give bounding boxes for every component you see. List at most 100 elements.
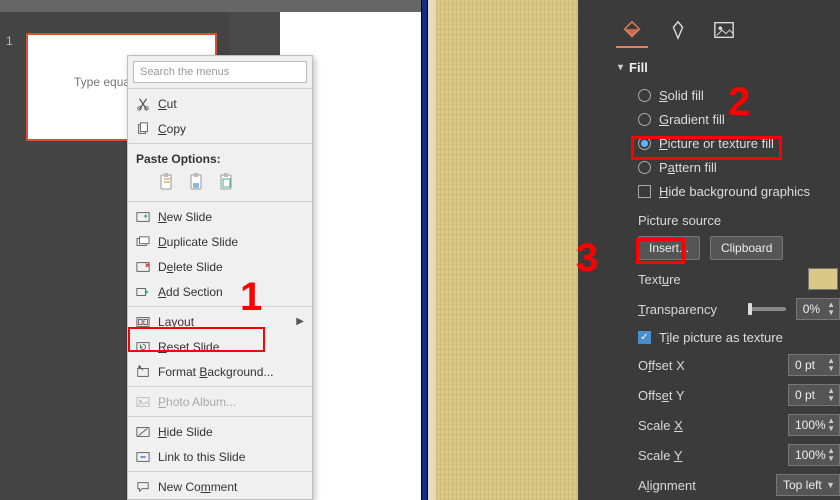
- format-background-panel: ▾ Fill Solid fill Gradient fill Picture …: [578, 0, 840, 500]
- spinner-icon[interactable]: ▲▼: [827, 417, 835, 433]
- menu-hide-slide[interactable]: Hide Slide: [128, 419, 312, 444]
- menu-layout[interactable]: Layout ▶: [128, 309, 312, 334]
- menu-search-placeholder: Search the menus: [140, 66, 229, 78]
- scale-x-input[interactable]: 100% ▲▼: [788, 414, 840, 436]
- insert-button[interactable]: Insert...: [638, 236, 700, 260]
- spinner-icon[interactable]: ▲▼: [827, 301, 835, 317]
- spinner-icon[interactable]: ▲▼: [827, 447, 835, 463]
- transparency-label: Transparency: [638, 302, 738, 317]
- chevron-down-icon: ▼: [826, 480, 835, 490]
- chevron-right-icon: ▶: [296, 316, 304, 327]
- picture-source-buttons: Insert... Clipboard: [578, 232, 840, 264]
- menu-format-background[interactable]: Format Background...: [128, 359, 312, 384]
- menu-copy[interactable]: Copy: [128, 116, 312, 141]
- menu-format-background-label: Format Background...: [158, 365, 273, 379]
- checkbox-tile-picture[interactable]: ✓ Tile picture as texture: [578, 324, 840, 350]
- menu-delete-slide-label: Delete Slide: [158, 260, 223, 274]
- menu-cut[interactable]: Cut: [128, 91, 312, 116]
- annotation-number-3: 3: [576, 236, 598, 281]
- menu-link-to-slide[interactable]: Link to this Slide: [128, 444, 312, 469]
- offset-y-input[interactable]: 0 pt ▲▼: [788, 384, 840, 406]
- radio-picture-texture-fill[interactable]: Picture or texture fill: [578, 131, 840, 155]
- scale-y-label: Scale Y: [638, 448, 738, 463]
- radio-solid-fill-label: Solid fill: [659, 88, 704, 103]
- scale-y-value: 100%: [795, 448, 826, 462]
- spinner-icon[interactable]: ▲▼: [827, 387, 835, 403]
- menu-hide-slide-label: Hide Slide: [158, 425, 213, 439]
- transparency-slider[interactable]: [748, 307, 786, 311]
- format-background-icon: [134, 364, 152, 380]
- clipboard-button[interactable]: Clipboard: [710, 236, 783, 260]
- radio-icon: [638, 113, 651, 126]
- offset-x-label: Offset X: [638, 358, 738, 373]
- format-background-tabrow: [578, 0, 840, 56]
- alignment-dropdown[interactable]: Top left ▼: [776, 474, 840, 496]
- new-slide-icon: [134, 209, 152, 225]
- menu-separator: [128, 143, 312, 144]
- radio-gradient-fill-label: Gradient fill: [659, 112, 725, 127]
- menu-separator: [128, 88, 312, 89]
- offset-x-input[interactable]: 0 pt ▲▼: [788, 354, 840, 376]
- radio-gradient-fill[interactable]: Gradient fill: [578, 107, 840, 131]
- texture-row: Texture: [578, 264, 840, 294]
- menu-photo-album: Photo Album...: [128, 389, 312, 414]
- tab-picture-icon[interactable]: [710, 18, 738, 42]
- slide-texture-preview: [428, 0, 578, 500]
- fill-section-header[interactable]: ▾ Fill: [578, 56, 840, 83]
- ruler-bar: [0, 0, 421, 12]
- alignment-value: Top left: [783, 478, 822, 492]
- menu-separator: [128, 201, 312, 202]
- comment-icon: [134, 479, 152, 495]
- checkbox-icon: ✓: [638, 331, 651, 344]
- menu-separator: [128, 416, 312, 417]
- paste-use-destination-icon[interactable]: [186, 171, 208, 193]
- checkbox-icon: [638, 185, 651, 198]
- menu-separator: [128, 306, 312, 307]
- annotation-number-2: 2: [728, 80, 750, 125]
- fill-section-label: Fill: [629, 60, 648, 75]
- photo-album-icon: [134, 394, 152, 410]
- paste-keep-formatting-icon[interactable]: [156, 171, 178, 193]
- menu-link-to-slide-label: Link to this Slide: [158, 450, 245, 464]
- menu-new-slide[interactable]: New Slide: [128, 204, 312, 229]
- reset-slide-icon: [134, 339, 152, 355]
- menu-separator: [128, 471, 312, 472]
- texture-dropdown[interactable]: [808, 268, 838, 290]
- menu-reset-slide-label: Reset Slide: [158, 340, 219, 354]
- menu-new-slide-label: New Slide: [158, 210, 212, 224]
- paste-picture-icon[interactable]: [216, 171, 238, 193]
- offset-x-row: Offset X 0 pt ▲▼: [578, 350, 840, 380]
- menu-delete-slide[interactable]: Delete Slide: [128, 254, 312, 279]
- radio-solid-fill[interactable]: Solid fill: [578, 83, 840, 107]
- tab-fill-icon[interactable]: [618, 18, 646, 42]
- menu-copy-label: Copy: [158, 122, 186, 136]
- spinner-icon[interactable]: ▲▼: [827, 357, 835, 373]
- link-icon: [134, 449, 152, 465]
- scale-x-label: Scale X: [638, 418, 738, 433]
- menu-new-comment-label: New Comment: [158, 480, 237, 494]
- tab-effects-icon[interactable]: [664, 18, 692, 42]
- menu-duplicate-slide-label: Duplicate Slide: [158, 235, 238, 249]
- menu-reset-slide[interactable]: Reset Slide: [128, 334, 312, 359]
- transparency-input[interactable]: 0% ▲▼: [796, 298, 840, 320]
- vertical-divider: [421, 0, 428, 500]
- offset-y-value: 0 pt: [795, 388, 815, 402]
- slide-placeholder-text: Type equa: [74, 75, 130, 89]
- radio-pattern-fill[interactable]: Pattern fill: [578, 155, 840, 179]
- menu-duplicate-slide[interactable]: Duplicate Slide: [128, 229, 312, 254]
- menu-search-input[interactable]: Search the menus: [133, 61, 307, 83]
- texture-label: Texture: [638, 272, 738, 287]
- radio-pattern-fill-label: Pattern fill: [659, 160, 717, 175]
- paste-options-header: Paste Options:: [128, 146, 312, 168]
- menu-add-section[interactable]: Add Section: [128, 279, 312, 304]
- scale-y-input[interactable]: 100% ▲▼: [788, 444, 840, 466]
- offset-x-value: 0 pt: [795, 358, 815, 372]
- add-section-icon: [134, 284, 152, 300]
- scale-y-row: Scale Y 100% ▲▼: [578, 440, 840, 470]
- checkbox-hide-bg-label: Hide background graphics: [659, 184, 810, 199]
- radio-icon: [638, 89, 651, 102]
- menu-add-section-label: Add Section: [158, 285, 223, 299]
- checkbox-hide-background-graphics[interactable]: Hide background graphics: [578, 179, 840, 203]
- menu-new-comment[interactable]: New Comment: [128, 474, 312, 499]
- hide-slide-icon: [134, 424, 152, 440]
